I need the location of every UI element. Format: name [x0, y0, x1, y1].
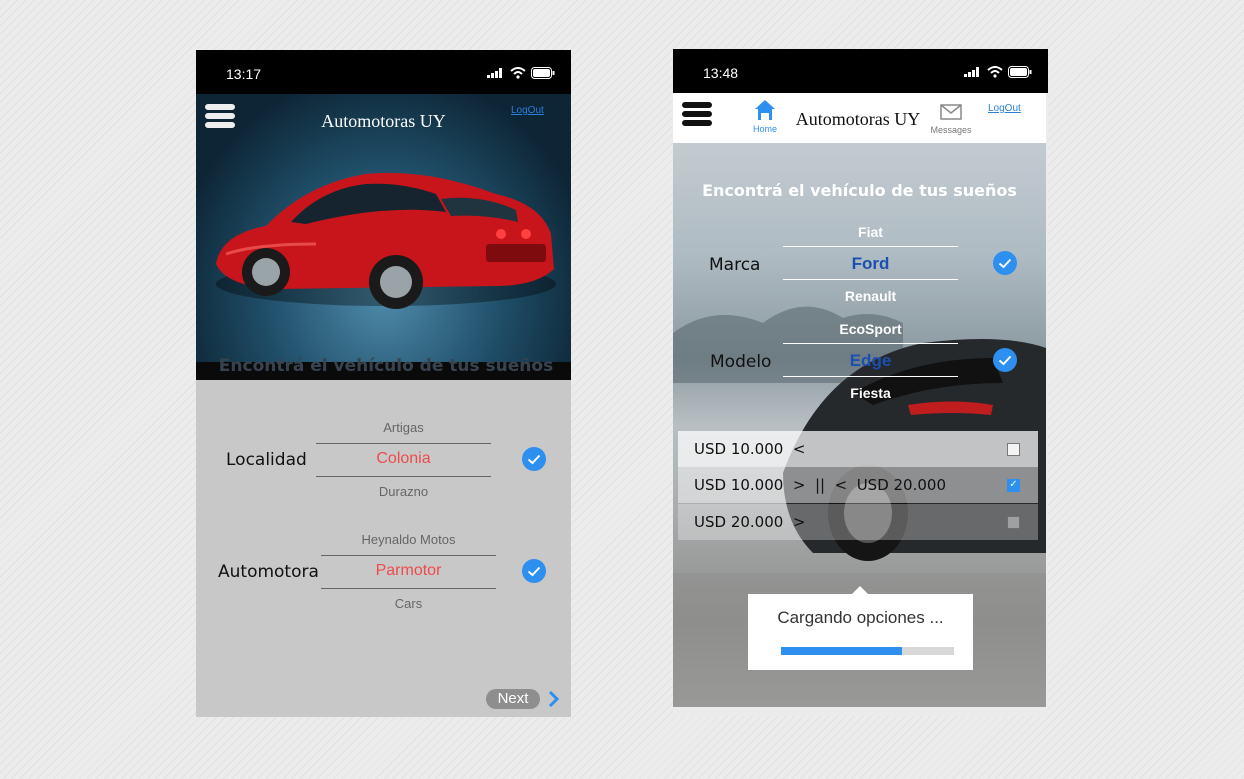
wifi-icon: [987, 66, 1003, 78]
next-button[interactable]: Next: [486, 689, 540, 709]
phone-screen-search: 13:17 Automotoras UY LogOut Encontrá el …: [196, 50, 571, 717]
wifi-icon: [510, 67, 526, 79]
price-checkbox[interactable]: ✓: [1007, 478, 1020, 492]
picker-divider: [316, 443, 491, 444]
status-time: 13:48: [703, 65, 739, 81]
marca-label: Marca: [709, 255, 761, 275]
phone-screen-filters: 13:48 Home Automotoras UY Messages LogOu…: [673, 49, 1048, 716]
picker-divider: [316, 476, 491, 477]
logout-link[interactable]: LogOut: [511, 105, 544, 116]
price-option[interactable]: USD 10.000 > || < USD 20.000 ✓: [678, 467, 1038, 503]
price-option-label: USD 20.000 >: [694, 513, 806, 531]
picker-divider: [783, 246, 958, 247]
messages-tab[interactable]: Messages: [926, 104, 976, 135]
automotora-option-below[interactable]: Cars: [321, 596, 496, 611]
price-option[interactable]: USD 20.000 >: [678, 504, 1038, 540]
marca-check-icon: [993, 251, 1017, 275]
picker-divider: [783, 279, 958, 280]
home-tab[interactable]: Home: [750, 99, 780, 134]
loading-text: Cargando opciones ...: [777, 608, 944, 627]
popover-arrow: [852, 586, 868, 594]
picker-divider: [783, 343, 958, 344]
localidad-label: Localidad: [226, 450, 307, 470]
picker-divider: [321, 588, 496, 589]
price-checkbox[interactable]: [1007, 515, 1020, 529]
price-option-label: USD 10.000 <: [694, 440, 806, 458]
status-bar: 13:48: [673, 49, 1048, 93]
page-heading: Encontrá el vehículo de tus sueños: [702, 181, 1017, 200]
localidad-option-above[interactable]: Artigas: [316, 420, 491, 435]
status-icons: [487, 67, 555, 79]
app-title: Automotoras UY: [795, 109, 921, 129]
logout-link[interactable]: LogOut: [988, 103, 1021, 114]
picker-divider: [783, 376, 958, 377]
localidad-option-selected[interactable]: Colonia: [316, 450, 491, 468]
battery-icon: [531, 67, 555, 79]
automotora-label: Automotora: [218, 562, 319, 582]
marca-option-above[interactable]: Fiat: [783, 224, 958, 240]
automotora-check-icon: [522, 559, 546, 583]
status-time: 13:17: [226, 66, 262, 82]
automotora-option-above[interactable]: Heynaldo Motos: [321, 532, 496, 547]
picker-divider: [321, 555, 496, 556]
marca-option-below[interactable]: Renault: [783, 288, 958, 304]
menu-icon[interactable]: [682, 102, 712, 129]
signal-icon: [964, 67, 979, 77]
progress-fill: [781, 647, 903, 655]
automotora-option-selected[interactable]: Parmotor: [321, 562, 496, 580]
modelo-option-above[interactable]: EcoSport: [783, 321, 958, 337]
messages-label: Messages: [930, 125, 972, 135]
progress-track: [781, 647, 954, 655]
loading-popover: Cargando opciones ...: [748, 586, 973, 670]
battery-icon: [1008, 66, 1032, 78]
envelope-icon: [940, 104, 962, 120]
marca-option-selected[interactable]: Ford: [783, 254, 958, 274]
page-heading: Encontrá el vehículo de tus sueños: [218, 356, 554, 376]
status-icons: [964, 66, 1032, 78]
chevron-right-icon[interactable]: [548, 690, 560, 708]
home-icon: [755, 100, 775, 120]
home-label: Home: [752, 124, 777, 134]
modelo-option-selected[interactable]: Edge: [783, 351, 958, 371]
price-option[interactable]: USD 10.000 <: [678, 431, 1038, 467]
top-navbar: Home Automotoras UY Messages LogOut: [673, 93, 1046, 143]
hero-car-image: Automotoras UY LogOut: [196, 94, 571, 380]
modelo-label: Modelo: [710, 352, 772, 372]
price-checkbox[interactable]: [1007, 442, 1020, 456]
localidad-option-below[interactable]: Durazno: [316, 484, 491, 499]
status-bar: 13:17: [196, 50, 571, 94]
red-car-icon: [216, 172, 556, 309]
price-option-label: USD 10.000 > || < USD 20.000: [694, 476, 946, 494]
localidad-check-icon: [522, 447, 546, 471]
signal-icon: [487, 68, 502, 78]
modelo-check-icon: [993, 348, 1017, 372]
modelo-option-below[interactable]: Fiesta: [783, 385, 958, 401]
